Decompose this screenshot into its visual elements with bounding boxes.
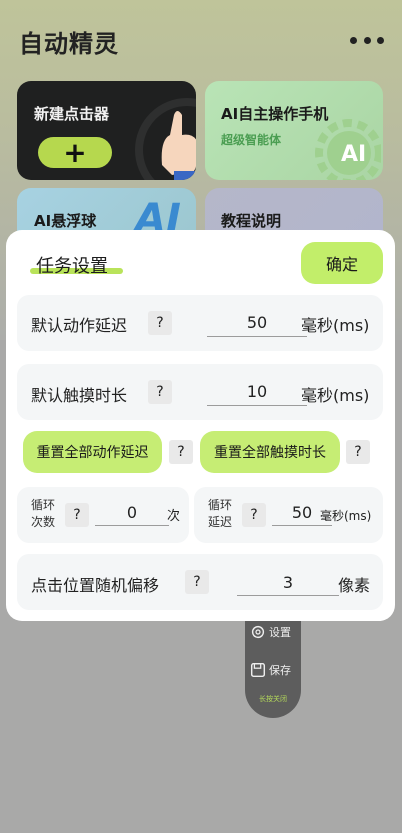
- more-options-icon[interactable]: [350, 36, 384, 44]
- random-offset-unit: 像素: [338, 576, 371, 595]
- random-offset-label: 点击位置随机偏移: [31, 576, 160, 595]
- floating-close-hint: 长按关闭: [259, 695, 287, 703]
- default-delay-input-underline: [207, 336, 307, 337]
- confirm-button[interactable]: 确定: [301, 242, 383, 284]
- loop-count-input-underline: [95, 525, 169, 526]
- default-touch-row: 默认触摸时长 ? 10 毫秒(ms): [17, 364, 383, 420]
- floating-settings-label: 设置: [269, 626, 291, 639]
- dialog-title: 任务设置: [36, 256, 108, 277]
- random-offset-input[interactable]: 3: [237, 573, 339, 592]
- ai-gear-icon: AI: [315, 119, 381, 180]
- default-touch-unit: 毫秒(ms): [301, 386, 370, 405]
- loop-count-label-line2: 次数: [31, 515, 56, 529]
- loop-delay-help-button[interactable]: ?: [242, 503, 266, 527]
- floating-save-button[interactable]: 保存: [249, 661, 291, 679]
- loop-delay-input-underline: [272, 525, 332, 526]
- gear-icon: [251, 625, 265, 639]
- default-touch-help-button[interactable]: ?: [148, 380, 172, 404]
- random-offset-row: 点击位置随机偏移 ? 3 像素: [17, 554, 383, 610]
- plus-icon: +: [63, 135, 87, 169]
- random-offset-help-button[interactable]: ?: [185, 570, 209, 594]
- loop-delay-label-line1: 循环: [208, 498, 233, 512]
- default-delay-row: 默认动作延迟 ? 50 毫秒(ms): [17, 295, 383, 351]
- default-touch-input[interactable]: 10: [207, 382, 307, 401]
- new-clicker-add-button[interactable]: +: [38, 137, 112, 168]
- loop-count-row: 循环 次数 ? 0 次: [17, 487, 189, 543]
- ai-gear-label: AI: [341, 142, 366, 167]
- ai-float-label: AI悬浮球: [34, 212, 97, 230]
- loop-count-label-line1: 循环: [31, 498, 56, 512]
- loop-delay-label-line2: 延迟: [208, 515, 233, 529]
- floating-save-label: 保存: [269, 664, 291, 677]
- loop-delay-label: 循环 延迟: [208, 497, 232, 531]
- loop-count-help-button[interactable]: ?: [65, 503, 89, 527]
- default-delay-help-button[interactable]: ?: [148, 311, 172, 335]
- default-touch-input-underline: [207, 405, 307, 406]
- new-clicker-card[interactable]: 新建点击器 +: [17, 81, 196, 180]
- app-title: 自动精灵: [19, 30, 119, 58]
- loop-delay-unit: 毫秒(ms): [320, 509, 372, 523]
- default-delay-input[interactable]: 50: [207, 313, 307, 332]
- default-delay-label: 默认动作延迟: [31, 316, 128, 335]
- save-icon: [250, 662, 266, 678]
- ai-operate-subtitle: 超级智能体: [221, 133, 282, 147]
- tutorial-label: 教程说明: [221, 212, 282, 230]
- default-delay-unit: 毫秒(ms): [301, 316, 370, 335]
- floating-control-panel[interactable]: 设置 保存 长按关闭: [245, 614, 301, 718]
- task-settings-dialog: 任务设置 确定 默认动作延迟 ? 50 毫秒(ms) 默认触摸时长 ? 10 毫…: [6, 230, 395, 621]
- loop-delay-row: 循环 延迟 ? 50 毫秒(ms): [194, 487, 383, 543]
- reset-all-delay-button[interactable]: 重置全部动作延迟: [23, 431, 162, 473]
- loop-count-unit: 次: [167, 509, 181, 524]
- ai-operate-card[interactable]: AI自主操作手机 超级智能体 AI: [205, 81, 383, 180]
- new-clicker-label: 新建点击器: [34, 105, 110, 123]
- reset-touch-help-button[interactable]: ?: [346, 440, 370, 464]
- reset-all-touch-button[interactable]: 重置全部触摸时长: [200, 431, 340, 473]
- default-touch-label: 默认触摸时长: [31, 386, 128, 405]
- hand-tap-icon: [135, 98, 196, 180]
- loop-count-input[interactable]: 0: [95, 503, 169, 522]
- loop-count-label: 循环 次数: [31, 497, 55, 531]
- floating-settings-button[interactable]: 设置: [249, 623, 291, 641]
- random-offset-input-underline: [237, 595, 339, 596]
- reset-delay-help-button[interactable]: ?: [169, 440, 193, 464]
